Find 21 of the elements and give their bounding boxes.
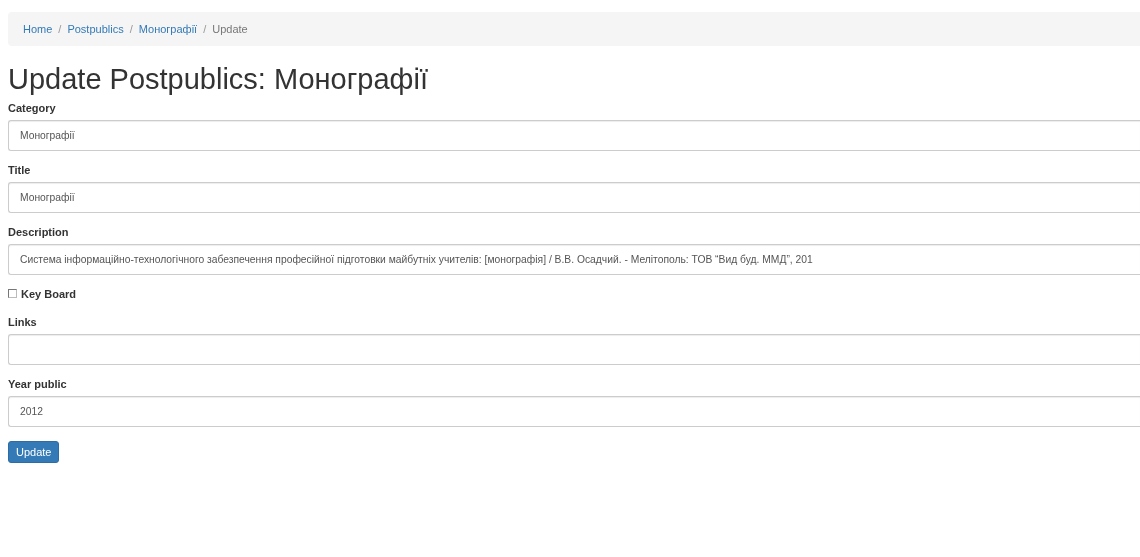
breadcrumb-separator: / <box>203 23 207 35</box>
field-label: Year public <box>8 377 68 390</box>
field-label: Title <box>8 163 32 176</box>
breadcrumb-separator: / <box>129 23 133 35</box>
input-field[interactable] <box>8 333 1140 365</box>
input-field[interactable]: Монографії <box>8 119 1140 151</box>
input-field[interactable]: 2012 <box>8 395 1140 427</box>
breadcrumb-link[interactable]: Монографії <box>138 23 198 35</box>
input-field[interactable]: Монографії <box>8 181 1140 213</box>
field-label: Category <box>8 101 57 114</box>
field-label: Description <box>8 225 70 238</box>
breadcrumb-separator: / <box>58 23 62 35</box>
breadcrumb-current: Update <box>212 23 248 35</box>
breadcrumb-link[interactable]: Postpublics <box>67 23 124 35</box>
breadcrumb-link[interactable]: Home <box>23 23 53 35</box>
input-field[interactable]: Система інформаційно-технологічного забезпечення професійної підготовки майбутніх учителів: [монографія] / В.В. Осадчий. - Мелітополь: ТОВ “Вид буд. ММД”, 201 <box>8 243 1140 275</box>
page-title: Update Postpublics: Монографії <box>8 64 429 96</box>
checkbox-label: Key Board <box>21 287 77 300</box>
checkbox[interactable] <box>8 289 17 299</box>
update-button[interactable]: Update <box>8 440 60 463</box>
field-label: Links <box>8 315 38 328</box>
